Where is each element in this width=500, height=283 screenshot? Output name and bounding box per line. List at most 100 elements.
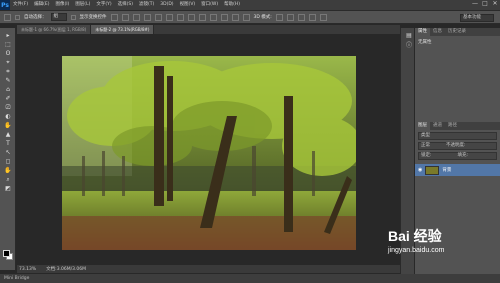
- document-tabs: 未标题-1 @ 66.7%(图层 1, RGB/8) 未标题-2 @ 73.1%…: [17, 25, 400, 34]
- tab-history[interactable]: 历史记录: [445, 28, 469, 36]
- options-bar: 自动选择： 组 显示变换控件 3D 模式: 基本功能: [0, 10, 500, 24]
- distribute-bottom-icon[interactable]: [198, 13, 206, 21]
- properties-panel-icon[interactable]: ⓘ: [404, 41, 414, 49]
- quick-mask-icon[interactable]: ◩: [3, 185, 13, 192]
- align-center-icon[interactable]: [154, 13, 162, 21]
- 3d-orbit-icon[interactable]: [275, 13, 283, 21]
- 3d-scale-icon[interactable]: [319, 13, 327, 21]
- workspace-selector[interactable]: 基本功能: [460, 14, 494, 22]
- path-select-tool-icon[interactable]: ↖: [3, 149, 13, 156]
- eyedropper-tool-icon[interactable]: ✎: [3, 77, 13, 84]
- lasso-tool-icon[interactable]: ʘ: [3, 50, 13, 57]
- distribute-middle-icon[interactable]: [187, 13, 195, 21]
- lock-label: 锁定:: [421, 153, 432, 158]
- menu-filter[interactable]: 滤镜(T): [136, 0, 157, 10]
- tab-channels[interactable]: 通道: [430, 122, 445, 130]
- canvas-area[interactable]: [17, 34, 400, 264]
- opacity-label: 不透明度:: [446, 143, 466, 148]
- tab-info[interactable]: 信息: [430, 28, 445, 36]
- align-bottom-icon[interactable]: [132, 13, 140, 21]
- history-brush-tool-icon[interactable]: ◐: [3, 113, 13, 120]
- tab-properties[interactable]: 属性: [415, 28, 430, 36]
- show-transform-label: 显示变换控件: [79, 15, 107, 20]
- 3d-pan-icon[interactable]: [297, 13, 305, 21]
- minimize-button[interactable]: —: [472, 1, 478, 7]
- brush-tool-icon[interactable]: ✐: [3, 95, 13, 102]
- eye-icon[interactable]: ◉: [418, 167, 422, 173]
- properties-body: 无属性: [415, 36, 500, 116]
- align-left-icon[interactable]: [143, 13, 151, 21]
- menu-image[interactable]: 图像(I): [52, 0, 72, 10]
- no-properties-text: 无属性: [418, 40, 432, 45]
- close-button[interactable]: ✕: [492, 1, 498, 7]
- eraser-tool-icon[interactable]: ✋: [3, 122, 13, 129]
- align-right-icon[interactable]: [165, 13, 173, 21]
- document-size: 文档:3.06M/3.06M: [46, 267, 87, 272]
- menu-type[interactable]: 文字(Y): [93, 0, 114, 10]
- 3d-slide-icon[interactable]: [308, 13, 316, 21]
- distribute-right-icon[interactable]: [231, 13, 239, 21]
- auto-select-dropdown[interactable]: 组: [50, 13, 67, 21]
- menu-bar: Ps 文件(F) 编辑(E) 图像(I) 图层(L) 文字(Y) 选择(S) 滤…: [0, 0, 500, 10]
- menu-file[interactable]: 文件(F): [10, 0, 31, 10]
- layers-panel-tabs: 图层 通道 路径: [415, 122, 500, 130]
- layer-kind-filter[interactable]: 类型: [418, 132, 497, 140]
- show-transform-checkbox[interactable]: [70, 14, 76, 20]
- tools-panel: ▸ ⬚ ʘ ⌖ ⌗ ✎ ⌂ ✐ ⎚ ◐ ✋ ▲ T ↖ ◻ ✋ ⌕ ◩: [0, 28, 16, 270]
- menu-layer[interactable]: 图层(L): [72, 0, 93, 10]
- gradient-tool-icon[interactable]: ▲: [3, 131, 13, 138]
- status-bar: 73.13% 文档:3.06M/3.06M: [17, 265, 400, 273]
- watermark-url: jingyan.baidu.com: [388, 247, 445, 254]
- window-controls: — □ ✕: [472, 1, 498, 7]
- marquee-tool-icon[interactable]: ⬚: [3, 41, 13, 48]
- 3d-roll-icon[interactable]: [286, 13, 294, 21]
- align-middle-icon[interactable]: [121, 13, 129, 21]
- quick-select-tool-icon[interactable]: ⌖: [3, 59, 13, 66]
- menu-view[interactable]: 视图(V): [177, 0, 199, 10]
- blend-mode-row: 正常 不透明度:: [418, 142, 497, 150]
- crop-tool-icon[interactable]: ⌗: [3, 68, 13, 75]
- baidu-jingyan-watermark: Bai 经验 jingyan.baidu.com: [388, 226, 444, 254]
- type-tool-icon[interactable]: T: [3, 140, 13, 147]
- fill-label: 填充:: [457, 153, 469, 158]
- move-tool-icon[interactable]: ▸: [3, 32, 13, 39]
- tab-document-2[interactable]: 未标题-2 @ 73.1%(RGB/8#): [91, 25, 155, 34]
- 3d-mode-label: 3D 模式:: [253, 15, 272, 20]
- align-top-icon[interactable]: [110, 13, 118, 21]
- move-tool-icon[interactable]: [4, 13, 11, 21]
- menu-select[interactable]: 选择(S): [115, 0, 136, 10]
- menu-help[interactable]: 帮助(H): [221, 0, 243, 10]
- menu-3d[interactable]: 3D(D): [157, 0, 176, 10]
- mini-bridge-tab[interactable]: Mini Bridge: [4, 276, 29, 281]
- layer-thumbnail: [425, 165, 440, 175]
- tab-document-1[interactable]: 未标题-1 @ 66.7%(图层 1, RGB/8): [17, 25, 92, 34]
- clone-stamp-tool-icon[interactable]: ⎚: [3, 104, 13, 111]
- properties-panel-tabs: 属性 信息 历史记录: [415, 28, 500, 36]
- mini-bridge-bar: Mini Bridge: [0, 274, 500, 283]
- blend-mode-dropdown[interactable]: 正常: [421, 143, 430, 149]
- menu-edit[interactable]: 编辑(E): [31, 0, 52, 10]
- lock-fill-row: 锁定: 填充:: [418, 152, 497, 160]
- auto-select-label: 自动选择：: [24, 15, 47, 20]
- forest-photo[interactable]: [62, 56, 356, 250]
- menu-window[interactable]: 窗口(W): [198, 0, 221, 10]
- history-panel-icon[interactable]: ▤: [404, 32, 414, 39]
- zoom-level[interactable]: 73.13%: [19, 267, 36, 272]
- healing-brush-tool-icon[interactable]: ⌂: [3, 86, 13, 93]
- auto-select-checkbox[interactable]: [15, 14, 20, 20]
- distribute-center-icon[interactable]: [220, 13, 228, 21]
- distribute-top-icon[interactable]: [176, 13, 184, 21]
- layer-row-background[interactable]: ◉ 背景: [415, 164, 500, 176]
- forest-photo-image: [62, 56, 356, 250]
- hand-tool-icon[interactable]: ✋: [3, 167, 13, 174]
- photoshop-logo: Ps: [0, 0, 10, 10]
- distribute-left-icon[interactable]: [209, 13, 217, 21]
- maximize-button[interactable]: □: [482, 1, 488, 7]
- tab-paths[interactable]: 路径: [445, 122, 460, 130]
- layer-name: 背景: [442, 168, 452, 173]
- auto-align-icon[interactable]: [242, 13, 250, 21]
- foreground-color-swatch[interactable]: [3, 250, 10, 257]
- tab-layers[interactable]: 图层: [415, 122, 430, 130]
- zoom-tool-icon[interactable]: ⌕: [3, 176, 13, 183]
- shape-tool-icon[interactable]: ◻: [3, 158, 13, 165]
